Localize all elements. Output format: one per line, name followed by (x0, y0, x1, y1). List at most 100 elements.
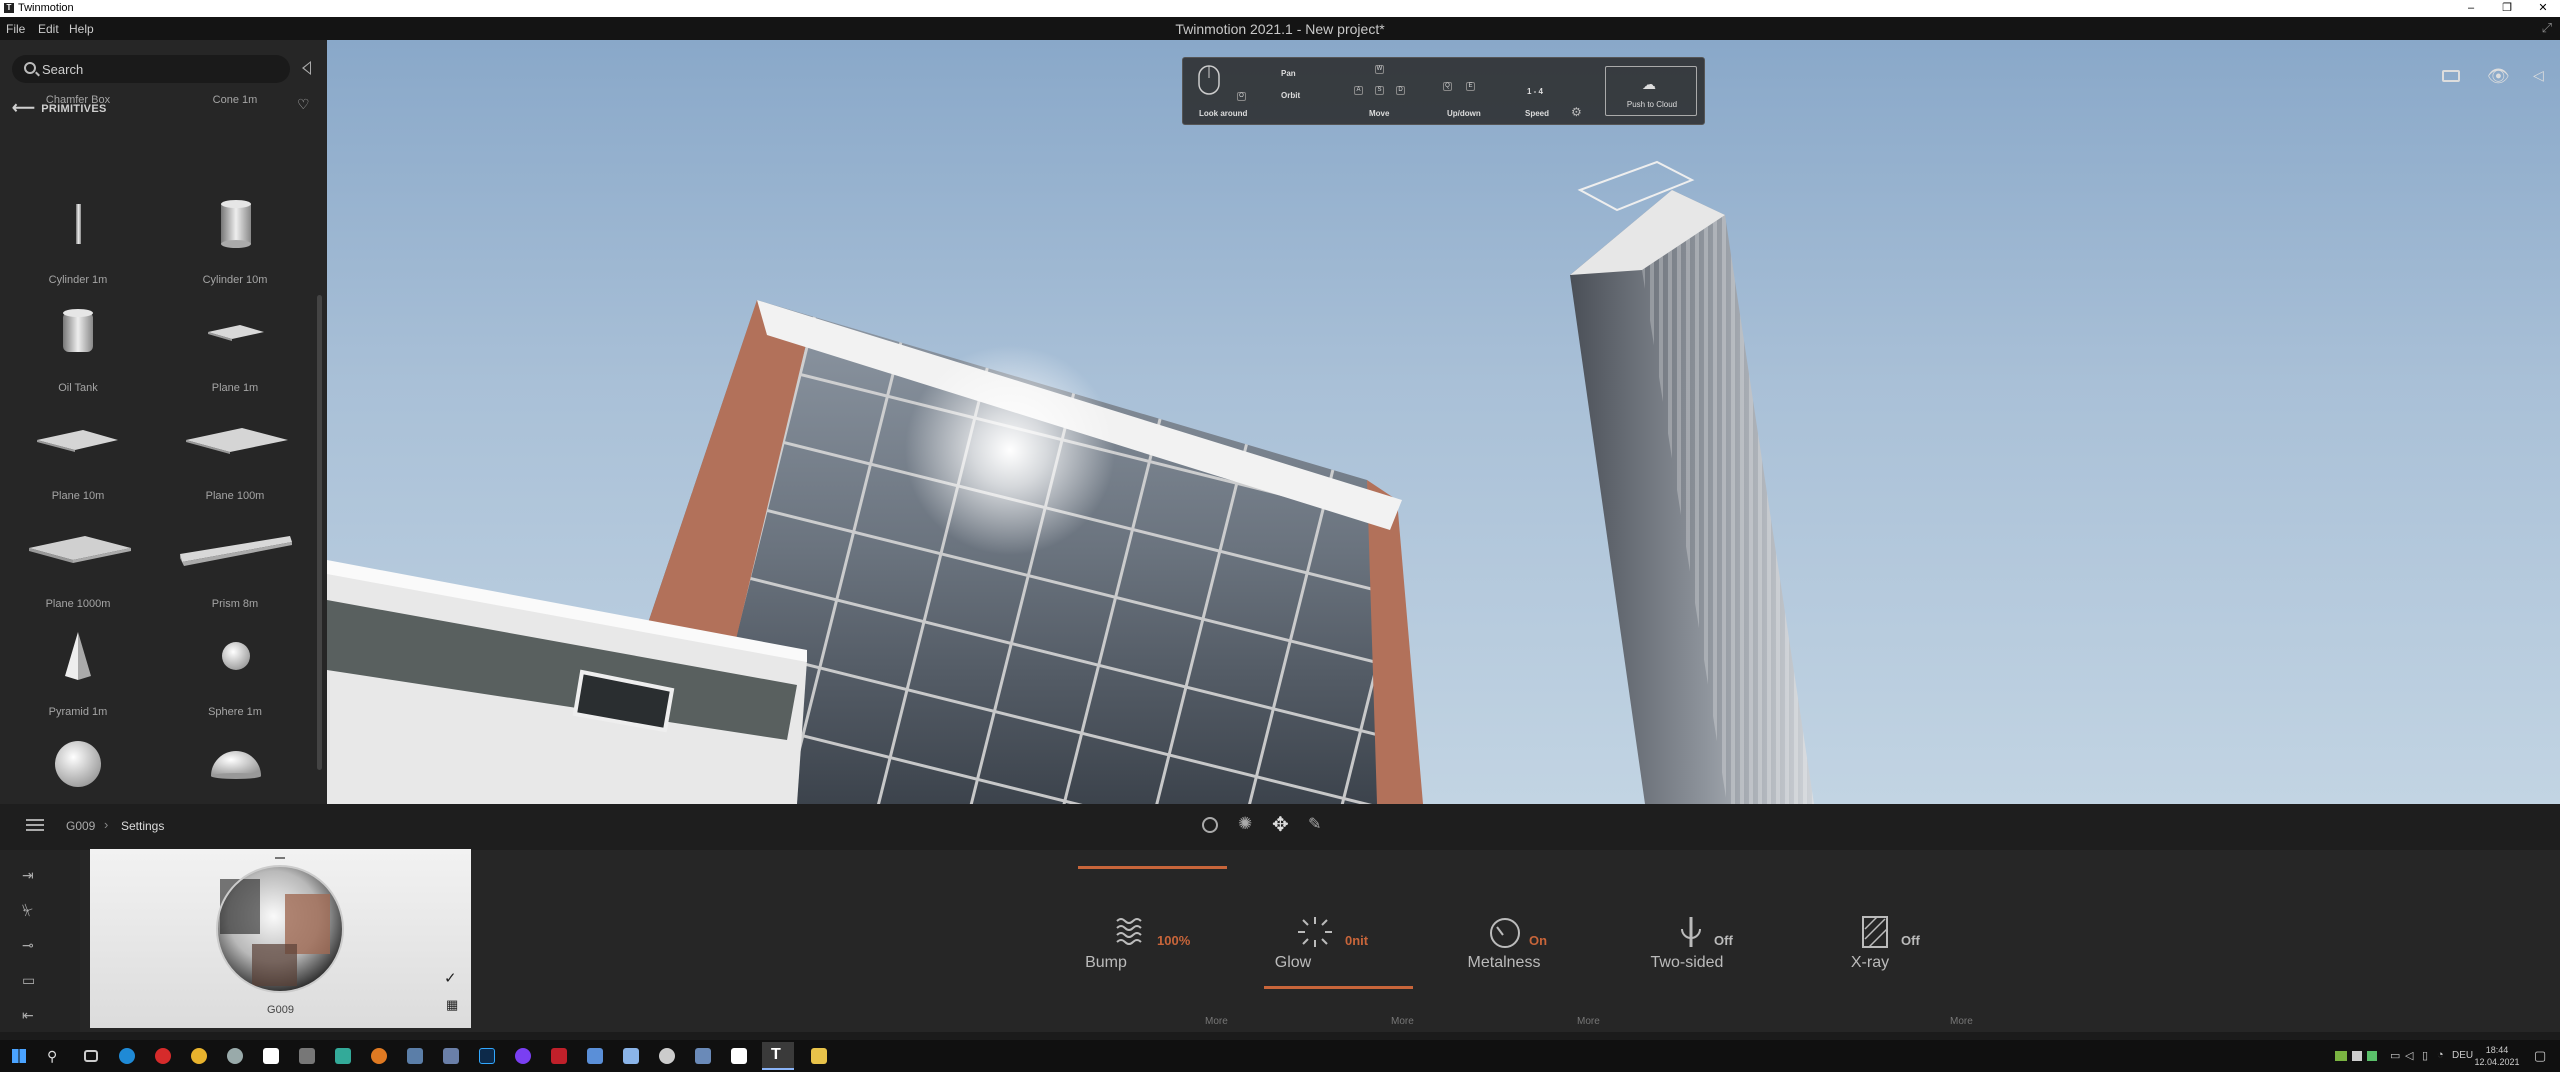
app-icon-5[interactable] (407, 1048, 423, 1064)
expand-panel-icon[interactable]: ◁ (2533, 67, 2544, 84)
minimize-button[interactable]: – (2456, 0, 2486, 17)
grid-icon[interactable]: ▦ (446, 997, 458, 1013)
bump-value: 100% (1157, 933, 1191, 948)
hamburger-menu-icon[interactable] (26, 819, 44, 821)
bottom-toolbar: G009 › Settings ✺ ✥ ✎ (0, 804, 2560, 850)
select-tool-icon[interactable] (1202, 817, 1218, 833)
import-icon[interactable]: ⇥ (22, 868, 48, 882)
mouse-icon (1198, 65, 1220, 95)
xray-value: Off (1901, 933, 1920, 948)
material-thumbnail[interactable]: G009 ✓ ▦ (90, 849, 471, 1028)
updown-label: Up/down (1447, 109, 1481, 118)
library-scrollbar[interactable] (317, 295, 322, 770)
two-sided-icon (1681, 917, 1701, 947)
tray-icon-1[interactable] (2335, 1051, 2347, 1061)
tray-icon-4[interactable]: ▯ (2422, 1049, 2428, 1062)
app-icon-4[interactable] (335, 1048, 351, 1064)
glow-label: Glow (1274, 954, 1312, 971)
path-icon[interactable]: ⊸ (22, 938, 48, 952)
app-icon-2[interactable] (263, 1048, 279, 1064)
collapse-panel-icon[interactable] (302, 61, 311, 75)
glow-value: 0nit (1345, 933, 1369, 948)
language-indicator[interactable]: DEU (2452, 1050, 2473, 1061)
blender-icon[interactable] (371, 1048, 387, 1064)
look-around-label: Look around (1199, 109, 1248, 118)
volume-icon[interactable]: ◁ (2405, 1049, 2413, 1062)
sphere-shape (55, 741, 101, 787)
more-link-metalness[interactable]: More (1577, 1016, 1600, 1027)
material-sphere-preview (216, 857, 344, 993)
two-sided-value: Off (1714, 933, 1733, 948)
opera-icon[interactable] (155, 1048, 171, 1064)
pan-label: Pan (1281, 69, 1296, 78)
app-icon-7[interactable] (515, 1048, 531, 1064)
key-e: E (1466, 82, 1475, 91)
terrain-icon[interactable]: ⏧ (22, 903, 48, 917)
speed-label: Speed (1525, 109, 1550, 118)
breadcrumb-chevron-icon: › (104, 817, 109, 832)
metalness-value: On (1529, 933, 1548, 948)
pyramid-shape (65, 632, 91, 680)
app-icon-6[interactable] (443, 1048, 459, 1064)
windows-taskbar: ⚲ T ▭ ◁ ▯ ◔ DEU 18:44 12.04.2021 ▢ (0, 1040, 2560, 1072)
move-tool-icon[interactable]: ✥ (1272, 812, 1289, 837)
properties-side-tabs: ⇥ ⏧ ⊸ ▭ ⇤ (0, 850, 80, 1032)
checkmark-icon[interactable]: ✓ (444, 969, 457, 987)
twinmotion-icon: T (771, 1046, 781, 1063)
app-icon-11[interactable] (695, 1048, 711, 1064)
photoshop-icon[interactable] (479, 1048, 495, 1064)
app-icon-3[interactable] (299, 1048, 315, 1064)
plane-small-shape (208, 325, 264, 341)
sphere-small-shape (222, 642, 250, 670)
task-view-icon[interactable] (84, 1050, 98, 1062)
breadcrumb-item[interactable]: G009 (66, 819, 95, 833)
chrome-icon[interactable] (191, 1048, 207, 1064)
push-to-cloud-button[interactable]: ☁ Push to Cloud (1605, 66, 1697, 116)
viewport-3d[interactable]: Look around Pan Orbit O W A S D Move Q E… (327, 40, 2560, 804)
restore-button[interactable]: ❐ (2492, 0, 2522, 17)
filezilla-icon[interactable] (551, 1048, 567, 1064)
screen-ratio-icon[interactable] (2442, 70, 2460, 82)
export-icon[interactable]: ⇤ (22, 1008, 48, 1022)
plane-large-shape (29, 536, 131, 563)
edge-icon[interactable] (119, 1048, 135, 1064)
app-icon-8[interactable] (587, 1048, 603, 1064)
window-titlebar: T Twinmotion – ❐ ✕ (0, 0, 2560, 17)
paint-tool-icon[interactable]: ✺ (1238, 814, 1252, 834)
tray-icon-3[interactable] (2367, 1051, 2377, 1061)
speed-keys: 1 - 4 (1527, 87, 1544, 96)
network-icon[interactable]: ▭ (2390, 1049, 2400, 1062)
tab-indicator (1078, 866, 1227, 869)
app-name: Twinmotion (18, 2, 74, 14)
app-icon-9[interactable] (623, 1048, 639, 1064)
notifications-icon[interactable]: ▢ (2534, 1048, 2546, 1064)
breadcrumb-current: Settings (121, 819, 165, 833)
close-button[interactable]: ✕ (2528, 0, 2558, 17)
twinmotion-taskbar-button[interactable]: T (762, 1042, 794, 1070)
file-explorer-icon[interactable] (811, 1048, 827, 1064)
library-panel: Search ⟵ PRIMITIVES ♡ Chamfer Box Cone 1m… (0, 40, 327, 804)
search-input[interactable]: Search (12, 55, 290, 83)
more-link-bump[interactable]: More (1205, 1016, 1228, 1027)
more-link-xray[interactable]: More (1950, 1016, 1973, 1027)
move-label: Move (1369, 109, 1390, 118)
app-icon-1[interactable] (227, 1048, 243, 1064)
taskbar-search-icon[interactable]: ⚲ (47, 1048, 57, 1065)
clock-date[interactable]: 12.04.2021 (2472, 1057, 2522, 1067)
clock-time[interactable]: 18:44 (2472, 1045, 2522, 1055)
more-link-glow[interactable]: More (1391, 1016, 1414, 1027)
pipette-tool-icon[interactable]: ✎ (1308, 814, 1321, 834)
media-icon[interactable]: ▭ (22, 973, 48, 987)
app-icon-12[interactable] (731, 1048, 747, 1064)
tray-icon-2[interactable] (2352, 1051, 2362, 1061)
fullscreen-icon[interactable]: ⤢ (2542, 20, 2552, 36)
bump-label: Bump (1085, 954, 1127, 971)
key-w: W (1375, 65, 1384, 74)
push-to-cloud-label: Push to Cloud (1626, 100, 1678, 109)
key-d: D (1396, 86, 1405, 95)
start-icon[interactable] (12, 1049, 26, 1063)
settings-gear-icon[interactable]: ⚙ (1571, 105, 1582, 119)
eye-icon[interactable]: 👁 (2487, 66, 2510, 87)
app-icon-10[interactable] (659, 1048, 675, 1064)
tray-icon-5[interactable]: ◔ (2437, 1049, 2444, 1061)
